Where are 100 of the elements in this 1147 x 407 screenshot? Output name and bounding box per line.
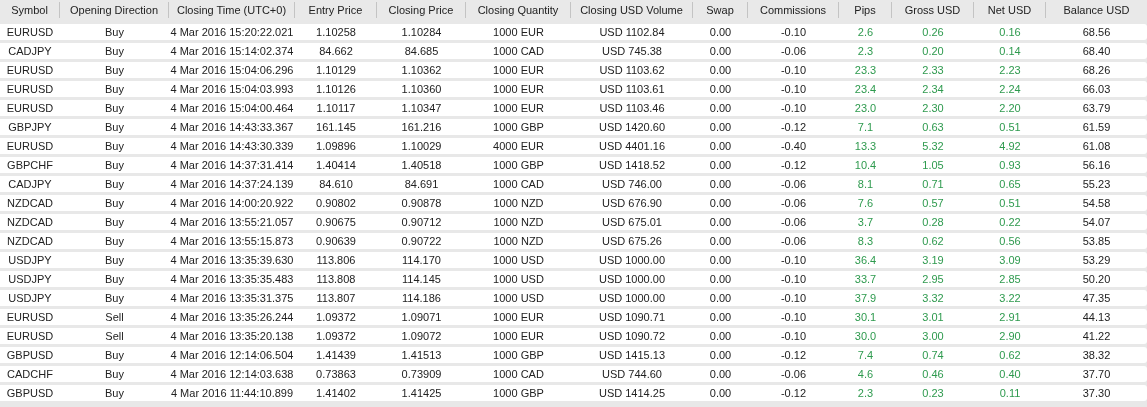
table-cell-text: -0.10	[780, 309, 807, 325]
table-cell-text: 0.00	[709, 81, 732, 97]
table-cell-text: -0.06	[780, 233, 807, 249]
table-cell-text: 3.32	[922, 290, 944, 306]
table-cell-text: EURUSD	[6, 309, 54, 325]
table-cell-text: 61.59	[1082, 119, 1111, 135]
table-cell-text: Buy	[105, 81, 124, 97]
table-cell-text: 1000 EUR	[493, 309, 544, 325]
table-cell-text: -0.12	[780, 347, 807, 363]
table-cell-text: 114.170	[402, 252, 441, 268]
table-cell-text: 0.00	[709, 119, 732, 135]
table-cell-text: 41.22	[1082, 328, 1111, 344]
table-cell-text: Buy	[105, 62, 124, 78]
table-cell-text: 2.34	[922, 81, 944, 97]
table-cell-text: 0.23	[922, 385, 944, 401]
table-cell-text: USD 1090.71	[598, 309, 665, 325]
table-cell-text: 1000 USD	[493, 290, 544, 306]
table-cell-text: 0.00	[709, 233, 732, 249]
table-cell-text: 0.16	[999, 24, 1021, 40]
table-cell-text: 4 Mar 2016 15:04:03.993	[170, 81, 294, 97]
table-cell-text: 1.10258	[316, 24, 356, 40]
table-cell-text: USD 1418.52	[598, 157, 665, 173]
table-cell-text: GBPJPY	[8, 119, 52, 135]
table-cell-text: 3.22	[999, 290, 1021, 306]
table-cell-text: 4.92	[999, 138, 1021, 154]
table-cell-text: Sell	[105, 328, 124, 344]
table-cell-text: 1000 GBP	[493, 385, 544, 401]
table-cell-text: NZDCAD	[7, 195, 53, 211]
table-cell-text: USD 1414.25	[598, 385, 665, 401]
table-cell-text: 0.73909	[401, 366, 442, 382]
table-cell-text: CADJPY	[8, 43, 52, 59]
table-cell-text: Buy	[105, 290, 124, 306]
table-cell-text: 0.26	[922, 24, 944, 40]
table-cell-text: -0.06	[780, 176, 807, 192]
table-cell-text: 0.00	[709, 366, 732, 382]
table-cell-text: 53.85	[1082, 233, 1111, 249]
table-cell-text: 114.186	[402, 290, 441, 306]
column-header: Closing Quantity	[477, 2, 559, 18]
table-cell-text: 1.10126	[316, 81, 356, 97]
table-cell-text: Buy	[105, 138, 124, 154]
table-cell-text: 2.30	[922, 100, 944, 116]
table-cell-text: 1.09071	[401, 309, 442, 325]
table-cell-text: 1000 NZD	[493, 233, 544, 249]
table-cell-text: -0.10	[780, 252, 807, 268]
table-cell-text: 1.40518	[401, 157, 442, 173]
table-cell-text: 4 Mar 2016 13:55:15.873	[170, 233, 294, 249]
table-cell-text: USD 675.26	[602, 233, 662, 249]
table-cell-text: 3.7	[857, 214, 874, 230]
table-cell-text: Buy	[105, 100, 124, 116]
table-cell-text: GBPUSD	[6, 385, 54, 401]
table-cell-text: 1000 EUR	[493, 62, 544, 78]
table-cell-text: 1.10347	[401, 100, 442, 116]
table-cell-text: 0.20	[922, 43, 944, 59]
table-cell-text: Sell	[105, 309, 124, 325]
table-cell-text: 0.00	[709, 271, 732, 287]
table-cell-text: 0.22	[999, 214, 1021, 230]
table-cell-text: 1.05	[922, 157, 944, 173]
table-cell-text: 4 Mar 2016 11:44:10.899	[170, 385, 294, 401]
table-cell-text: 1.10360	[401, 81, 442, 97]
column-header: Net USD	[987, 2, 1032, 18]
table-cell-text: 53.29	[1082, 252, 1111, 268]
table-cell-text: USD 676.90	[602, 195, 662, 211]
table-cell-text: -0.10	[780, 24, 807, 40]
table-cell-text: 1.10117	[316, 100, 356, 116]
table-cell-text: 54.58	[1082, 195, 1111, 211]
table-cell-text: 68.26	[1082, 62, 1111, 78]
table-cell-text: 0.63	[922, 119, 944, 135]
table-cell-text: 61.08	[1082, 138, 1111, 154]
table-cell-text: -0.12	[780, 157, 807, 173]
table-cell-text: 0.90722	[401, 233, 442, 249]
table-cell-text: 0.00	[709, 157, 732, 173]
table-cell-text: 68.56	[1082, 24, 1111, 40]
table-cell-text: 4 Mar 2016 15:04:06.296	[170, 62, 294, 78]
table-cell-text: -0.10	[780, 271, 807, 287]
table-cell-text: 4 Mar 2016 13:35:35.483	[170, 271, 294, 287]
table-cell-text: 5.32	[922, 138, 944, 154]
table-cell-text: 4.6	[857, 366, 874, 382]
table-cell-text: 0.57	[922, 195, 944, 211]
table-cell-text: 50.20	[1082, 271, 1111, 287]
table-cell-text: 2.24	[999, 81, 1021, 97]
table-cell-text: 0.00	[709, 385, 732, 401]
table-cell-text: 54.07	[1082, 214, 1111, 230]
column-header: Symbol	[11, 2, 48, 18]
table-cell-text: Buy	[105, 366, 124, 382]
table-cell-text: 33.7	[854, 271, 877, 287]
table-cell-text: USDJPY	[8, 252, 52, 268]
table-cell-text: 23.4	[854, 81, 877, 97]
table-cell-text: -0.06	[780, 43, 807, 59]
table-cell-text: 0.00	[709, 176, 732, 192]
table-cell-text: 0.00	[709, 43, 732, 59]
table-cell-text: 0.46	[922, 366, 944, 382]
table-cell-text: 1000 GBP	[493, 347, 544, 363]
table-cell-text: 4 Mar 2016 14:43:33.367	[170, 119, 294, 135]
table-cell-text: 10.4	[854, 157, 877, 173]
table-cell-text: 4 Mar 2016 13:35:20.138	[170, 328, 294, 344]
table-cell-text: -0.12	[780, 385, 807, 401]
table-cell-text: 47.35	[1082, 290, 1111, 306]
table-cell-text: 0.71	[922, 176, 944, 192]
table-cell-text: USD 745.38	[602, 43, 662, 59]
table-cell-text: 1000 EUR	[493, 24, 544, 40]
